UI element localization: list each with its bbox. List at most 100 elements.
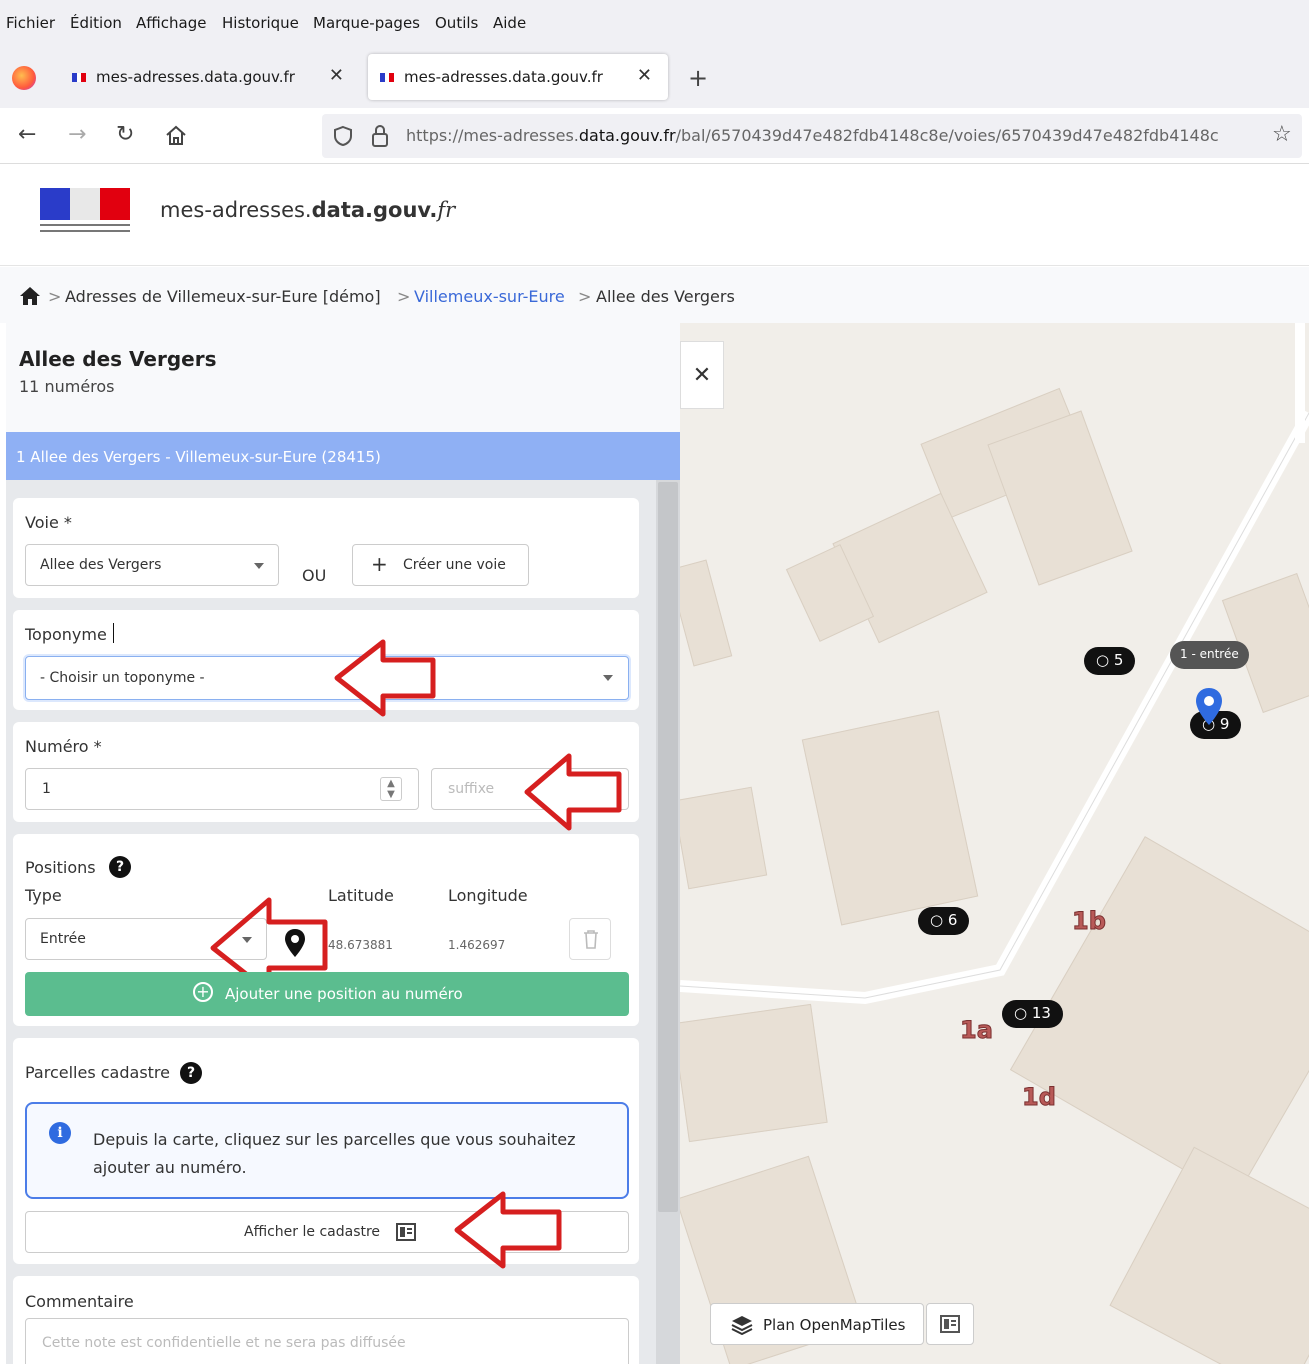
- plus-icon: +: [371, 552, 388, 576]
- layout-icon: [396, 1223, 416, 1241]
- tab-title: mes-adresses.data.gouv.fr: [404, 68, 603, 86]
- show-cadastre-label: Afficher le cadastre: [244, 1224, 381, 1240]
- breadcrumb-separator: >: [397, 287, 411, 306]
- menu-fichier[interactable]: Fichier: [6, 14, 55, 32]
- menu-edition[interactable]: Édition: [70, 14, 122, 32]
- tab-1[interactable]: mes-adresses.data.gouv.fr ✕: [60, 54, 360, 100]
- circle-icon: ○: [930, 911, 944, 929]
- home-icon[interactable]: [19, 286, 41, 306]
- add-position-button[interactable]: + Ajouter une position au numéro: [25, 972, 629, 1016]
- numero-input[interactable]: 1 ▲ ▼: [25, 768, 419, 810]
- close-tab-icon[interactable]: ✕: [637, 65, 652, 86]
- delete-position-button[interactable]: [569, 918, 611, 960]
- positions-card: Positions ? Type Latitude Longitude Entr…: [13, 834, 639, 1026]
- numero-label: Numéro *: [25, 737, 102, 756]
- breadcrumb-separator: >: [48, 287, 62, 306]
- info-icon: i: [49, 1122, 71, 1144]
- home-icon[interactable]: [164, 124, 188, 148]
- create-voie-button[interactable]: + Créer une voie: [352, 544, 529, 586]
- cadastre-info-text: Depuis la carte, cliquez sur les parcell…: [93, 1130, 576, 1177]
- url-domain: data.gouv.fr: [578, 126, 676, 145]
- new-tab-icon[interactable]: +: [688, 64, 708, 92]
- site-name[interactable]: mes-adresses.data.gouv.fr: [160, 198, 455, 222]
- map-marker[interactable]: ○ 13: [1002, 1000, 1063, 1028]
- bookmark-star-icon[interactable]: ☆: [1272, 122, 1292, 147]
- menu-aide[interactable]: Aide: [493, 14, 526, 32]
- browser-navbar: ← → ↻ https://mes-adresses.data.gouv.fr/…: [0, 108, 1309, 164]
- toponyme-card: Toponyme - Choisir un toponyme -: [13, 610, 639, 717]
- reload-icon[interactable]: ↻: [116, 122, 134, 147]
- selected-position-label[interactable]: 1 - entrée: [1170, 641, 1249, 669]
- commentaire-textarea[interactable]: Cette note est confidentielle et ne sera…: [25, 1318, 629, 1364]
- voie-select[interactable]: Allee des Vergers: [25, 544, 279, 586]
- url-bar[interactable]: https://mes-adresses.data.gouv.fr/bal/65…: [322, 114, 1302, 158]
- breadcrumb-item-bal[interactable]: Adresses de Villemeux-sur-Eure [démo]: [65, 287, 381, 306]
- toponyme-select-value: - Choisir un toponyme -: [40, 670, 205, 686]
- close-icon: ✕: [692, 363, 712, 388]
- map-style-button[interactable]: Plan OpenMapTiles: [710, 1303, 924, 1345]
- plus-circle-icon: +: [193, 982, 213, 1002]
- commentaire-label: Commentaire: [25, 1292, 134, 1311]
- parcelles-label: Parcelles cadastre: [25, 1063, 170, 1082]
- close-panel-button[interactable]: ✕: [680, 341, 724, 409]
- firefox-icon[interactable]: [12, 66, 36, 90]
- annotation-arrow-icon: [334, 639, 436, 717]
- chevron-down-icon: [254, 563, 264, 569]
- layers-icon: [731, 1316, 753, 1335]
- map[interactable]: ✕ ○ 5 1 - entrée ○ 9 ○ 6 ○ 13 1b 1a 1d P…: [680, 323, 1309, 1364]
- site-header: mes-adresses.data.gouv.fr: [0, 164, 1309, 266]
- cadastre-number-label: 1a: [960, 1016, 994, 1045]
- commentaire-card: Commentaire Cette note est confidentiell…: [13, 1276, 639, 1364]
- scrollbar-track[interactable]: [656, 480, 680, 1364]
- suffixe-placeholder: suffixe: [448, 781, 495, 797]
- help-icon[interactable]: ?: [109, 856, 131, 878]
- menu-historique[interactable]: Historique: [222, 14, 299, 32]
- menu-affichage[interactable]: Affichage: [136, 14, 206, 32]
- marker-label: 5: [1113, 651, 1124, 669]
- toponyme-select[interactable]: - Choisir un toponyme -: [25, 656, 629, 700]
- tab-2[interactable]: mes-adresses.data.gouv.fr ✕: [368, 54, 668, 100]
- cadastre-number-label: 1b: [1072, 907, 1107, 936]
- roads-layer: [680, 323, 1309, 1005]
- site-name-suffix: fr: [437, 198, 456, 222]
- site-name-prefix: mes-adresses.: [160, 198, 312, 222]
- browser-tabbar: mes-adresses.data.gouv.fr ✕ mes-adresses…: [0, 46, 1309, 108]
- menu-marque-pages[interactable]: Marque-pages: [313, 14, 420, 32]
- longitude-label: Longitude: [448, 886, 528, 905]
- close-tab-icon[interactable]: ✕: [329, 65, 344, 86]
- url-text[interactable]: https://mes-adresses.data.gouv.fr/bal/65…: [406, 126, 1266, 145]
- flag-icon: [380, 73, 394, 82]
- voie-count: 11 numéros: [19, 377, 115, 396]
- map-pin-icon[interactable]: [1194, 687, 1224, 727]
- shield-icon[interactable]: [332, 125, 354, 147]
- stepper-icon[interactable]: ▲ ▼: [380, 777, 402, 801]
- voie-label: Voie *: [25, 513, 72, 532]
- voie-card: Voie * Allee des Vergers OU + Créer une …: [13, 498, 639, 598]
- map-marker[interactable]: ○ 6: [918, 907, 970, 935]
- cadastre-toggle-button[interactable]: [926, 1303, 974, 1345]
- commentaire-placeholder: Cette note est confidentielle et ne sera…: [42, 1335, 406, 1351]
- menu-outils[interactable]: Outils: [435, 14, 478, 32]
- type-label: Type: [25, 886, 62, 905]
- latitude-label: Latitude: [328, 886, 394, 905]
- lock-icon[interactable]: [370, 124, 390, 148]
- republique-francaise-logo[interactable]: [40, 188, 130, 238]
- voie-header: Allee des Vergers 11 numéros: [6, 323, 680, 432]
- address-title-bar: 1 Allee des Vergers - Villemeux-sur-Eure…: [6, 432, 680, 480]
- back-icon[interactable]: ←: [18, 122, 36, 147]
- trash-icon: [584, 930, 598, 949]
- numero-value: 1: [42, 781, 51, 797]
- circle-icon: ○: [1096, 651, 1110, 669]
- positions-label: Positions: [25, 858, 96, 877]
- help-icon[interactable]: ?: [180, 1062, 202, 1084]
- breadcrumb: > Adresses de Villemeux-sur-Eure [démo] …: [0, 267, 1309, 323]
- map-marker[interactable]: ○ 5: [1084, 647, 1136, 675]
- url-host: https://mes-adresses.: [406, 126, 579, 145]
- breadcrumb-item-commune[interactable]: Villemeux-sur-Eure: [414, 287, 565, 306]
- forward-icon[interactable]: →: [68, 122, 86, 147]
- voie-title: Allee des Vergers: [19, 347, 217, 371]
- layout-icon: [940, 1315, 960, 1333]
- parcelles-card: Parcelles cadastre ? i Depuis la carte, …: [13, 1038, 639, 1269]
- voie-select-value: Allee des Vergers: [40, 557, 162, 573]
- scrollbar-thumb[interactable]: [658, 482, 678, 1212]
